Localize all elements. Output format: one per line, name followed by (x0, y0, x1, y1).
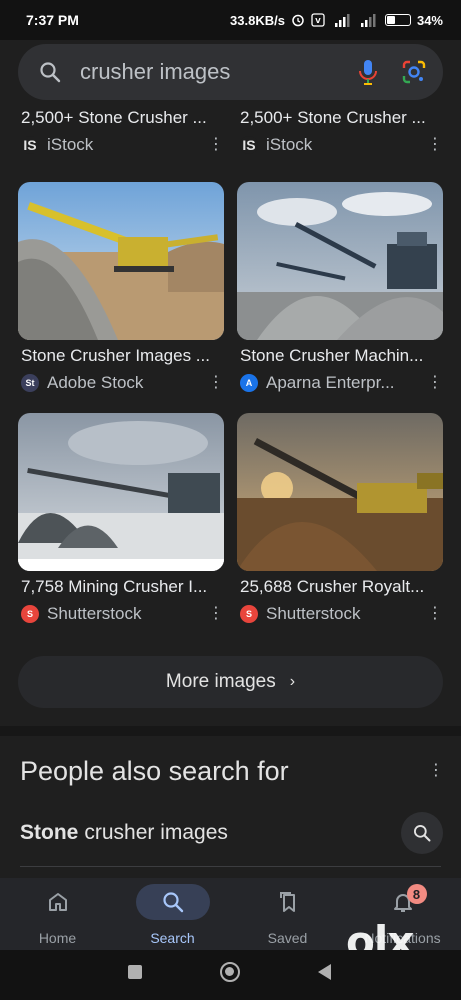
result-source: iStock (266, 135, 313, 154)
more-images-label: More images (165, 671, 276, 692)
system-navigation-bar (0, 950, 461, 1000)
more-options-icon[interactable]: ⋮ (427, 375, 443, 391)
svg-text:V: V (315, 17, 321, 25)
signal-icon (360, 14, 376, 27)
search-icon (40, 62, 61, 83)
home-button[interactable] (220, 962, 240, 982)
voice-search-icon[interactable] (357, 58, 379, 86)
image-result[interactable]: 2,500+ Stone Crusher ... IS iStock ⋮ (18, 108, 224, 156)
recents-button[interactable] (128, 965, 142, 979)
related-search-bold: Stone (20, 821, 79, 844)
chevron-right-icon: › (289, 673, 296, 690)
image-result[interactable]: 25,688 Crusher Royalt... S Shutterstock … (237, 413, 443, 625)
adobe-stock-favicon-icon: St (21, 374, 39, 392)
section-divider (0, 726, 461, 736)
search-bar[interactable] (18, 44, 443, 100)
google-lens-icon[interactable] (401, 59, 427, 85)
notification-badge: 8 (406, 884, 427, 904)
shutterstock-favicon-icon: S (240, 605, 258, 623)
image-result[interactable]: Stone Crusher Machin... A Aparna Enterpr… (237, 182, 443, 394)
more-options-icon[interactable]: ⋮ (208, 137, 224, 153)
istock-favicon-icon: IS (240, 136, 258, 154)
people-also-search-title: People also search for (20, 756, 289, 786)
alarm-icon (292, 14, 304, 27)
nav-search[interactable]: Search (115, 878, 230, 950)
row-divider (20, 866, 441, 867)
result-source: Shutterstock (47, 604, 142, 623)
result-thumbnail[interactable] (237, 413, 443, 571)
result-title[interactable]: 2,500+ Stone Crusher ... (240, 108, 440, 128)
battery-icon (384, 14, 411, 26)
result-title[interactable]: Stone Crusher Images ... (21, 346, 221, 366)
network-speed: 33.8KB/s (230, 12, 285, 28)
home-icon (48, 893, 67, 911)
nav-home[interactable]: Home (0, 878, 115, 950)
result-title[interactable]: Stone Crusher Machin... (240, 346, 440, 366)
result-source: Adobe Stock (47, 373, 144, 392)
result-title[interactable]: 7,758 Mining Crusher I... (21, 577, 221, 597)
result-thumbnail[interactable] (18, 413, 224, 571)
status-time: 7:37 PM (26, 12, 79, 28)
nav-search-label: Search (150, 930, 195, 946)
nav-saved[interactable]: Saved (230, 878, 345, 950)
search-input[interactable] (80, 59, 330, 85)
more-options-icon[interactable]: ⋮ (428, 760, 444, 780)
search-icon (162, 892, 183, 913)
more-options-icon[interactable]: ⋮ (427, 606, 443, 622)
result-title[interactable]: 2,500+ Stone Crusher ... (21, 108, 221, 128)
result-source: Shutterstock (266, 604, 361, 623)
status-bar: 7:37 PM 33.8KB/s V 34% (0, 0, 461, 40)
nav-home-label: Home (38, 930, 77, 946)
nav-saved-label: Saved (267, 930, 308, 946)
search-icon (414, 825, 431, 842)
related-search-item[interactable]: Stone crusher images (20, 812, 443, 854)
shutterstock-favicon-icon: S (21, 605, 39, 623)
more-options-icon[interactable]: ⋮ (427, 137, 443, 153)
back-button[interactable] (318, 964, 331, 980)
volte-icon: V (311, 13, 325, 27)
istock-favicon-icon: IS (21, 136, 39, 154)
result-title[interactable]: 25,688 Crusher Royalt... (240, 577, 440, 597)
more-options-icon[interactable]: ⋮ (208, 606, 224, 622)
related-search-rest: crusher images (84, 821, 228, 844)
image-result[interactable]: 7,758 Mining Crusher I... S Shutterstock… (18, 413, 224, 625)
result-thumbnail[interactable] (18, 182, 224, 340)
image-result[interactable]: Stone Crusher Images ... St Adobe Stock … (18, 182, 224, 394)
signal-4g-icon (334, 14, 350, 27)
image-result[interactable]: 2,500+ Stone Crusher ... IS iStock ⋮ (237, 108, 443, 156)
battery-percent: 34% (416, 12, 443, 28)
result-source: iStock (47, 135, 94, 154)
related-search-button[interactable] (401, 812, 443, 854)
bookmark-icon (279, 892, 295, 912)
more-options-icon[interactable]: ⋮ (208, 375, 224, 391)
more-images-button[interactable]: More images › (18, 656, 443, 708)
result-source: Aparna Enterpr... (266, 373, 395, 392)
aparna-favicon-icon: A (240, 374, 258, 392)
result-thumbnail[interactable] (237, 182, 443, 340)
